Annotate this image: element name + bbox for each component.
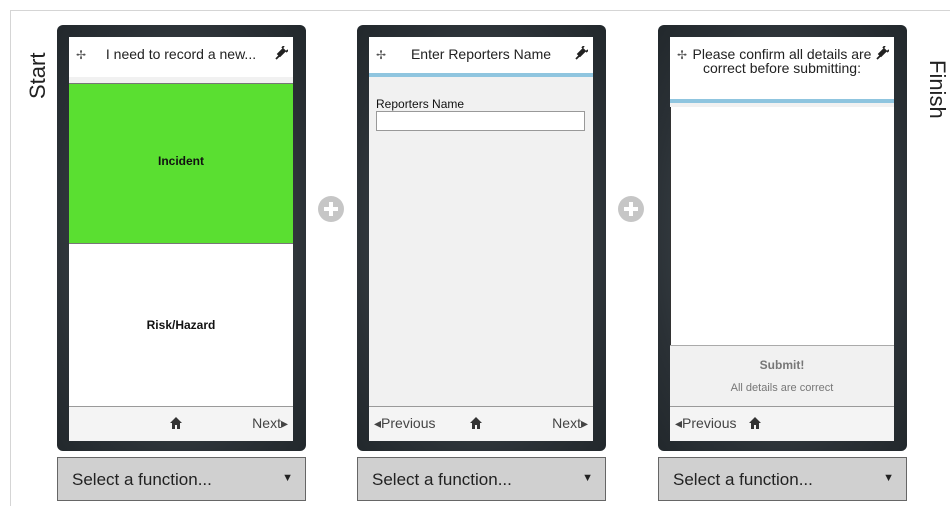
pin-icon[interactable]: ✢	[677, 48, 687, 62]
next-button[interactable]: Next▸	[552, 415, 588, 432]
reporters-name-label: Reporters Name	[376, 97, 465, 111]
add-step-icon[interactable]	[618, 196, 644, 222]
function-select[interactable]: Select a function... ▼	[658, 457, 907, 501]
screen-preview: ✢ Please confirm all details are correct…	[670, 37, 894, 441]
plug-icon[interactable]	[875, 46, 889, 60]
previous-arrow-icon: ◂	[675, 415, 683, 431]
function-select[interactable]: Select a function... ▼	[357, 457, 606, 501]
pin-icon[interactable]: ✢	[76, 48, 86, 62]
reporters-name-input[interactable]	[376, 111, 585, 131]
next-label: Next	[552, 415, 581, 431]
select-value: Select a function...	[673, 470, 813, 489]
next-label: Next	[252, 415, 281, 431]
home-icon[interactable]	[469, 416, 483, 430]
finish-label: Finish	[925, 60, 950, 119]
option-risk-hazard[interactable]: Risk/Hazard	[69, 244, 293, 406]
function-select[interactable]: Select a function... ▼	[57, 457, 306, 501]
screen-titlebar: ✢ I need to record a new...	[69, 37, 293, 77]
screen-title: I need to record a new...	[105, 46, 257, 62]
chevron-down-icon: ▼	[282, 472, 293, 484]
submit-title: Submit!	[759, 358, 805, 372]
next-arrow-icon: ▸	[280, 415, 288, 431]
pin-icon[interactable]: ✢	[376, 48, 386, 62]
screen-preview: ✢ I need to record a new... Incident Ris…	[69, 37, 293, 441]
option-label: Risk/Hazard	[146, 318, 216, 332]
home-icon[interactable]	[169, 416, 183, 430]
select-value: Select a function...	[72, 470, 212, 489]
previous-arrow-icon: ◂	[374, 415, 382, 431]
start-label: Start	[25, 52, 50, 99]
submit-button[interactable]: Submit! All details are correct	[670, 345, 894, 406]
screen-card-3[interactable]: ✢ Please confirm all details are correct…	[658, 25, 907, 451]
screen-footer: ◂Previous	[670, 406, 894, 441]
select-value: Select a function...	[372, 470, 512, 489]
previous-button[interactable]: ◂Previous	[675, 415, 737, 432]
next-arrow-icon: ▸	[580, 415, 588, 431]
screen-titlebar: ✢ Please confirm all details are correct…	[670, 37, 894, 103]
previous-label: Previous	[682, 415, 737, 431]
next-button[interactable]: Next▸	[252, 415, 288, 432]
chevron-down-icon: ▼	[883, 472, 894, 484]
summary-area	[670, 107, 894, 345]
option-label: Incident	[157, 153, 204, 168]
plug-icon[interactable]	[574, 46, 588, 60]
previous-button[interactable]: ◂Previous	[374, 415, 436, 432]
screen-card-1[interactable]: ✢ I need to record a new... Incident Ris…	[57, 25, 306, 451]
screen-card-2[interactable]: ✢ Enter Reporters Name Reporters Name ◂P…	[357, 25, 606, 451]
chevron-down-icon: ▼	[582, 472, 593, 484]
screen-preview: ✢ Enter Reporters Name Reporters Name ◂P…	[369, 37, 593, 441]
add-step-icon[interactable]	[318, 196, 344, 222]
screen-titlebar: ✢ Enter Reporters Name	[369, 37, 593, 77]
screen-title: Please confirm all details are correct b…	[692, 46, 872, 76]
previous-label: Previous	[381, 415, 436, 431]
submit-subtitle: All details are correct	[730, 382, 834, 394]
screen-footer: Next▸	[69, 406, 293, 441]
option-incident[interactable]: Incident	[69, 83, 293, 244]
home-icon[interactable]	[748, 416, 762, 430]
screen-title: Enter Reporters Name	[410, 46, 552, 62]
screen-footer: ◂Previous Next▸	[369, 406, 593, 441]
plug-icon[interactable]	[274, 46, 288, 60]
